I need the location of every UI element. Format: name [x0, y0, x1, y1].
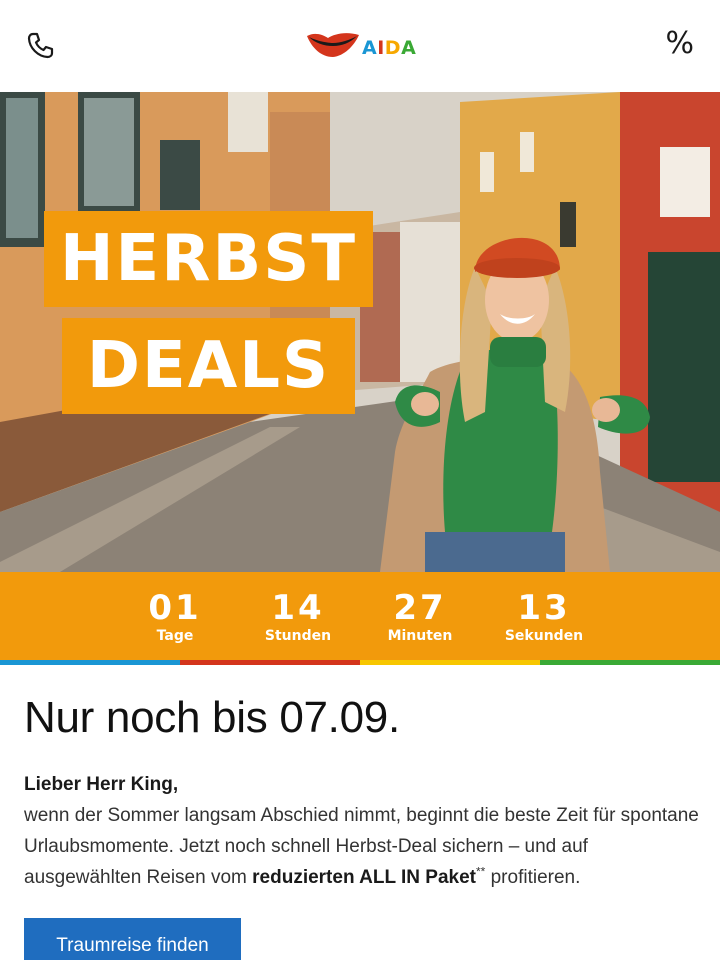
intro-paragraph: wenn der Sommer langsam Abschied nimmt, … [24, 800, 704, 893]
aida-lips-icon [307, 33, 359, 57]
salutation: Lieber Herr King, [24, 774, 179, 795]
phone-icon[interactable] [24, 30, 56, 62]
deals-percent-icon[interactable]: % [665, 26, 694, 62]
deals-label: DEALS [62, 318, 355, 414]
footnote-marker: ** [475, 864, 486, 879]
countdown-hours-label: Stunden [264, 628, 332, 644]
stripe-yellow [360, 660, 540, 665]
countdown-minutes-label: Minuten [387, 628, 453, 644]
stripe-green [540, 660, 720, 665]
intro-text-end: profitieren. [485, 867, 581, 888]
countdown-seconds-value: 13 [517, 588, 571, 628]
countdown-days-label: Tage [156, 628, 194, 644]
find-dream-trip-button[interactable]: Traumreise finden [24, 918, 241, 960]
logo-wordmark: AIDA [362, 37, 417, 59]
countdown-timer: 01 Tage 14 Stunden 27 Minuten 13 Sekunde… [0, 572, 720, 660]
email-header: AIDA % [0, 0, 720, 92]
countdown-days: 01 Tage [120, 588, 230, 644]
countdown-days-value: 01 [148, 588, 202, 628]
hero-banner[interactable]: HERBST DEALS [0, 92, 720, 572]
countdown-seconds-label: Sekunden [504, 628, 584, 644]
aida-logo[interactable]: AIDA [306, 28, 418, 64]
stripe-red [180, 660, 360, 665]
stripe-blue [0, 660, 180, 665]
countdown-minutes: 27 Minuten [365, 588, 475, 644]
countdown-hours: 14 Stunden [243, 588, 353, 644]
brand-color-stripe [0, 660, 720, 665]
deadline-headline: Nur noch bis 07.09. [24, 693, 400, 742]
countdown-minutes-value: 27 [393, 588, 447, 628]
all-in-package-highlight: reduzierten ALL IN Paket [252, 867, 476, 888]
countdown-hours-value: 14 [271, 588, 325, 628]
herbst-label: HERBST [44, 211, 373, 307]
countdown-seconds: 13 Sekunden [489, 588, 599, 644]
